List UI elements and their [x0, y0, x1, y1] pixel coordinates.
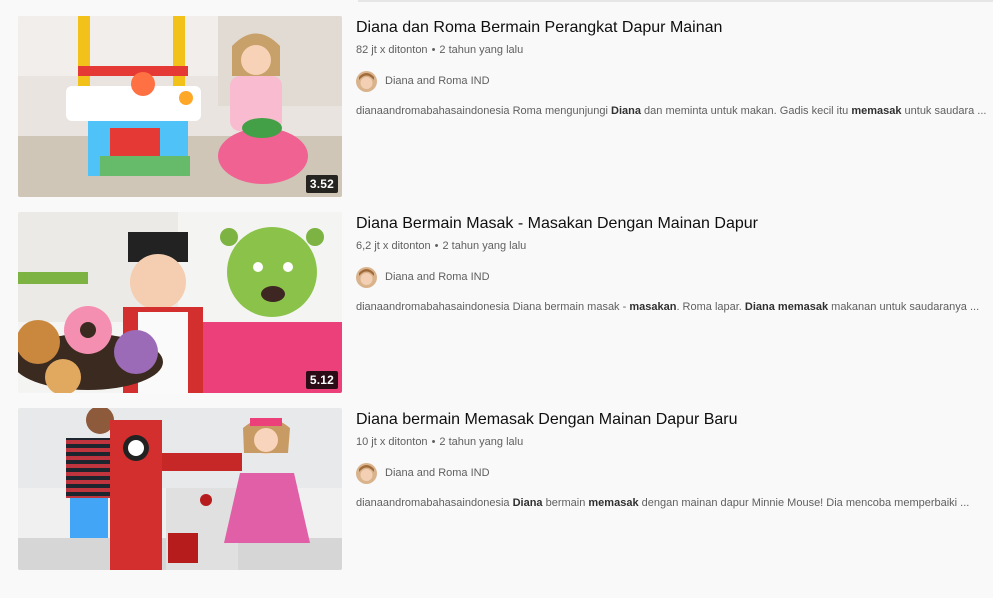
thumbnail-image — [18, 212, 342, 393]
view-count: 6,2 jt x ditonton — [356, 240, 431, 252]
description-highlight: Diana — [611, 105, 641, 117]
channel-link[interactable]: Diana and Roma IND — [356, 70, 976, 92]
channel-name[interactable]: Diana and Roma IND — [385, 467, 490, 479]
channel-name[interactable]: Diana and Roma IND — [385, 75, 490, 87]
channel-name[interactable]: Diana and Roma IND — [385, 271, 490, 283]
description-highlight: Diana memasak — [744, 301, 829, 313]
meta-separator: • — [434, 240, 439, 252]
thumbnail-image — [18, 408, 342, 570]
video-meta: 82 jt x ditonton • 2 tahun yang lalu — [356, 43, 976, 57]
avatar[interactable] — [356, 266, 377, 288]
description-text: makanan untuk saudaranya ... — [828, 301, 980, 313]
upload-age: 2 tahun yang lalu — [442, 240, 527, 252]
video-title[interactable]: Diana dan Roma Bermain Perangkat Dapur M… — [356, 17, 976, 39]
video-description: dianaandromabahasaindonesia Diana bermai… — [356, 300, 980, 314]
video-title[interactable]: Diana bermain Memasak Dengan Mainan Dapu… — [356, 409, 976, 431]
channel-link[interactable]: Diana and Roma IND — [356, 266, 976, 288]
description-text: dianaandromabahasaindonesia Roma mengunj… — [356, 105, 612, 117]
video-thumbnail[interactable] — [18, 408, 342, 570]
top-divider — [358, 0, 993, 2]
video-meta: 10 jt x ditonton • 2 tahun yang lalu — [356, 435, 976, 449]
description-text: bermain — [542, 497, 589, 509]
description-highlight: memasak — [588, 497, 639, 509]
upload-age: 2 tahun yang lalu — [439, 436, 524, 448]
description-text: dianaandromabahasaindonesia Diana bermai… — [356, 301, 630, 313]
avatar[interactable] — [356, 462, 377, 484]
description-text: dengan mainan dapur Minnie Mouse! Dia me… — [638, 497, 970, 509]
video-meta: 6,2 jt x ditonton • 2 tahun yang lalu — [356, 239, 976, 253]
description-text: untuk saudara ... — [901, 105, 987, 117]
video-thumbnail[interactable]: 5.12 — [18, 212, 342, 393]
thumbnail-image — [18, 16, 342, 197]
video-result-1[interactable]: 3.52 Diana dan Roma Bermain Perangkat Da… — [0, 16, 993, 206]
duration-badge: 3.52 — [305, 175, 338, 193]
description-text: dianaandromabahasaindonesia — [356, 497, 513, 509]
description-highlight: memasak — [851, 105, 902, 117]
meta-separator: • — [431, 436, 436, 448]
description-text: dan meminta untuk makan. Gadis kecil itu — [640, 105, 852, 117]
description-highlight: masakan — [629, 301, 677, 313]
video-thumbnail[interactable]: 3.52 — [18, 16, 342, 197]
meta-separator: • — [431, 44, 436, 56]
upload-age: 2 tahun yang lalu — [439, 44, 524, 56]
channel-link[interactable]: Diana and Roma IND — [356, 462, 976, 484]
duration-badge: 5.12 — [305, 371, 338, 389]
view-count: 82 jt x ditonton — [356, 44, 428, 56]
video-description: dianaandromabahasaindonesia Roma mengunj… — [356, 104, 986, 118]
description-highlight: Diana — [512, 497, 543, 509]
avatar[interactable] — [356, 70, 377, 92]
video-description: dianaandromabahasaindonesia Diana bermai… — [356, 496, 976, 510]
video-title[interactable]: Diana Bermain Masak - Masakan Dengan Mai… — [356, 213, 976, 235]
video-result-2[interactable]: 5.12 Diana Bermain Masak - Masakan Denga… — [0, 212, 993, 402]
view-count: 10 jt x ditonton — [356, 436, 428, 448]
description-text: . Roma lapar. — [676, 301, 745, 313]
